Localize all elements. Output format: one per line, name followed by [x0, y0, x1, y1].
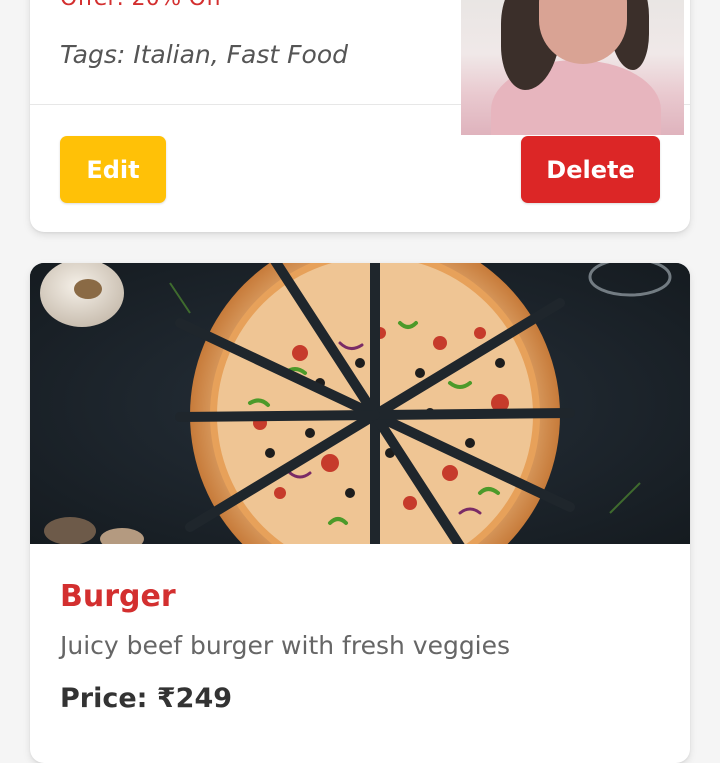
food-title: Burger [60, 579, 176, 614]
delete-button[interactable]: Delete [521, 136, 660, 203]
tags-text: Tags: Italian, Fast Food [60, 40, 348, 69]
edit-button[interactable]: Edit [60, 136, 166, 203]
food-price: Price: ₹249 [60, 683, 233, 714]
food-card-2: Burger Juicy beef burger with fresh vegg… [30, 263, 690, 763]
food-card-1: Offer: 20% Off Tags: Italian, Fast Food … [30, 0, 690, 232]
food-description: Juicy beef burger with fresh veggies [60, 631, 511, 660]
food-thumbnail-image [461, 0, 684, 135]
offer-text: Offer: 20% Off [60, 0, 222, 11]
pizza-image [30, 263, 690, 544]
